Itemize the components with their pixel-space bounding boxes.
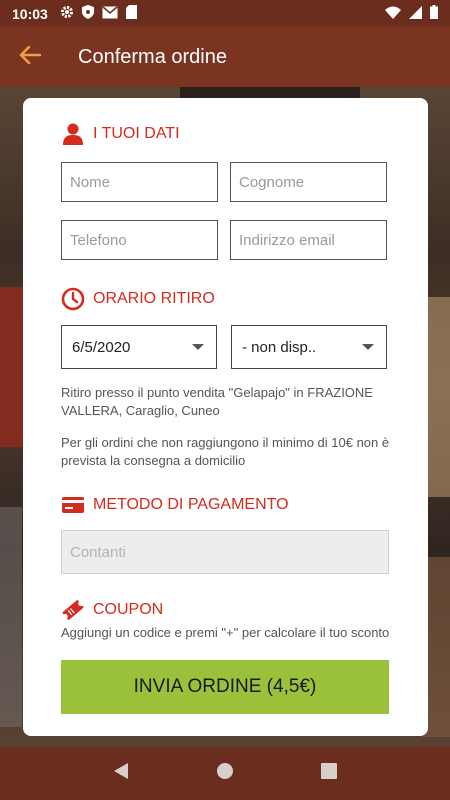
ticket-icon (61, 598, 85, 622)
pickup-date-select[interactable]: 6/5/2020 (61, 325, 217, 369)
wifi-icon (385, 6, 401, 22)
chevron-down-icon (192, 344, 204, 350)
page-title: Conferma ordine (78, 45, 227, 68)
battery-icon (430, 5, 438, 22)
app-bar: Conferma ordine (0, 27, 450, 87)
coupon-note: Aggiungi un codice e premi "+" per calco… (61, 625, 390, 640)
pickup-date-value: 6/5/2020 (72, 338, 131, 356)
status-bar: 10:03 (0, 0, 450, 27)
credit-card-icon (61, 493, 85, 517)
payment-method-field[interactable]: Contanti (61, 530, 389, 574)
recents-square-icon[interactable] (320, 763, 337, 784)
section-personal-heading: I TUOI DATI (61, 122, 180, 146)
section-personal-label: I TUOI DATI (93, 125, 180, 142)
pickup-location-note: Ritiro presso il punto vendita "Gelapajo… (61, 385, 373, 418)
status-time: 10:03 (12, 5, 48, 22)
chevron-down-icon (362, 344, 374, 350)
gear-icon (60, 5, 74, 22)
phone-field[interactable]: Telefono (61, 220, 218, 260)
clock-icon (61, 287, 85, 311)
email-field[interactable]: Indirizzo email (230, 220, 387, 260)
back-triangle-icon[interactable] (113, 762, 129, 785)
mail-icon (102, 5, 118, 22)
section-pickup-label: ORARIO RITIRO (93, 290, 215, 307)
system-nav-bar (0, 747, 450, 800)
section-payment-label: METODO DI PAGAMENTO (93, 496, 289, 513)
shield-icon (81, 5, 94, 22)
order-form-card: I TUOI DATI Nome Cognome Telefono Indiri… (23, 98, 428, 736)
section-coupon-label: COUPON (93, 601, 164, 618)
signal-icon (409, 5, 422, 22)
back-button[interactable] (0, 27, 60, 87)
user-icon (61, 122, 85, 146)
home-circle-icon[interactable] (216, 762, 234, 785)
delivery-minimum-note: Per gli ordini che non raggiungono il mi… (61, 435, 390, 468)
surname-field[interactable]: Cognome (230, 162, 387, 202)
section-coupon-heading: COUPON (61, 598, 163, 622)
section-payment-heading: METODO DI PAGAMENTO (61, 493, 289, 517)
name-field[interactable]: Nome (61, 162, 218, 202)
arrow-left-icon (19, 45, 42, 69)
section-pickup-heading: ORARIO RITIRO (61, 287, 215, 311)
pickup-time-value: - non disp.. (242, 338, 317, 356)
pickup-time-select[interactable]: - non disp.. (231, 325, 387, 369)
sd-card-icon (125, 5, 137, 22)
submit-order-button[interactable]: INVIA ORDINE (4,5€) (61, 660, 389, 714)
